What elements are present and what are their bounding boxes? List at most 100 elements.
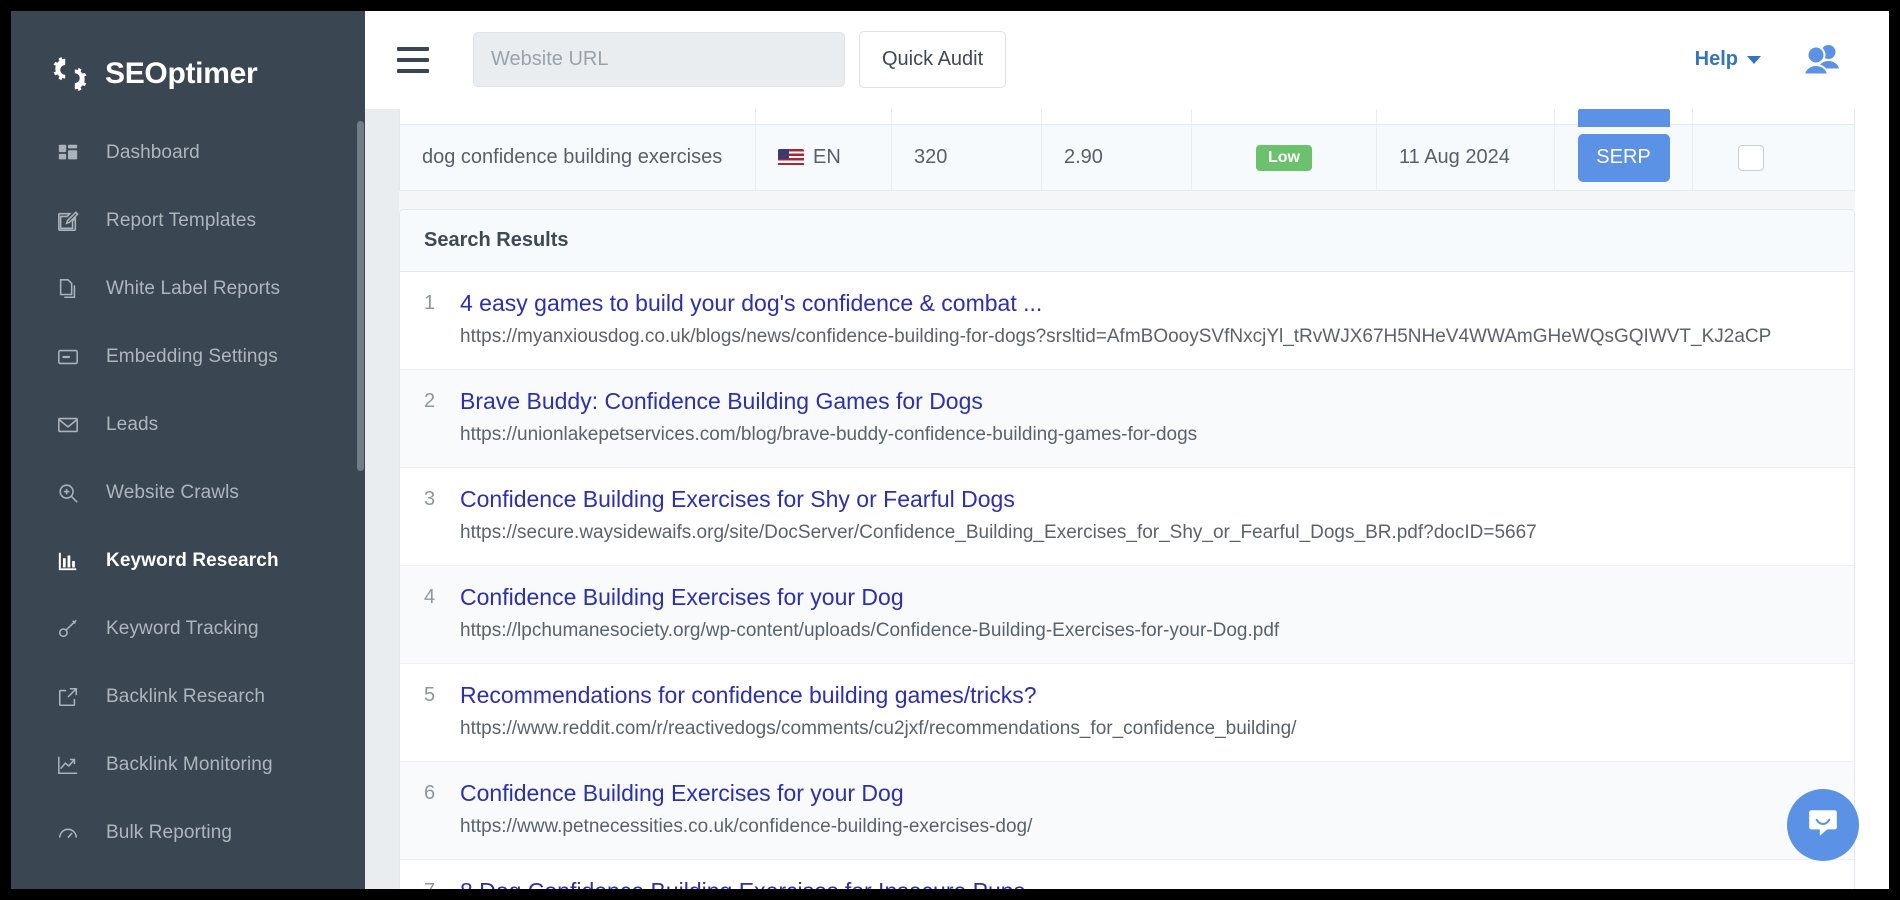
website-url-input[interactable]: [473, 32, 845, 87]
sidebar-item-label: Website Crawls: [106, 482, 239, 504]
key-icon: [56, 617, 80, 641]
cell-language: EN: [756, 125, 892, 190]
cell-volume-partial: [892, 109, 1042, 124]
sidebar-item-label: Keyword Research: [106, 550, 279, 572]
help-label: Help: [1695, 48, 1738, 71]
quick-audit-button[interactable]: Quick Audit: [859, 31, 1006, 88]
result-body: Brave Buddy: Confidence Building Games f…: [460, 387, 1830, 448]
cell-competition-partial: [1192, 109, 1377, 124]
sidebar-item-label: Backlink Monitoring: [106, 754, 273, 776]
people-avatars-icon[interactable]: [1801, 43, 1841, 77]
sidebar-item-backlink-research[interactable]: Backlink Research: [11, 663, 365, 731]
sidebar-item-white-label-reports[interactable]: White Label Reports: [11, 255, 365, 323]
result-url[interactable]: https://myanxiousdog.co.uk/blogs/news/co…: [460, 324, 1830, 350]
list-item[interactable]: 5 Recommendations for confidence buildin…: [400, 664, 1854, 762]
magnifier-plus-icon: [56, 481, 80, 505]
result-title-link[interactable]: Confidence Building Exercises for Shy or…: [460, 485, 1830, 514]
result-body: Confidence Building Exercises for your D…: [460, 779, 1830, 840]
sidebar-nav: Dashboard Report Templates White La: [11, 109, 365, 867]
hamburger-icon[interactable]: [397, 47, 429, 73]
list-item[interactable]: 7 8 Dog Confidence Building Exercises fo…: [400, 860, 1854, 889]
sidebar-item-label: Keyword Tracking: [106, 618, 259, 640]
sidebar-item-backlink-monitoring[interactable]: Backlink Monitoring: [11, 731, 365, 799]
result-url[interactable]: https://unionlakepetservices.com/blog/br…: [460, 422, 1830, 448]
cell-keyword: dog confidence building exercises: [400, 125, 756, 190]
cell-keyword-partial: [400, 109, 756, 124]
row-select-checkbox[interactable]: [1738, 145, 1764, 171]
copy-documents-icon: [56, 277, 80, 301]
result-title-link[interactable]: Recommendations for confidence building …: [460, 681, 1830, 710]
sidebar-scrollbar[interactable]: [357, 121, 364, 471]
cell-date-partial: [1377, 109, 1555, 124]
sidebar-item-keyword-research[interactable]: Keyword Research: [11, 527, 365, 595]
sidebar-item-leads[interactable]: Leads: [11, 391, 365, 459]
cell-cpc-partial: [1042, 109, 1192, 124]
cell-cpc: 2.90: [1042, 125, 1192, 190]
result-rank: 7: [424, 877, 460, 889]
list-item[interactable]: 4 Confidence Building Exercises for your…: [400, 566, 1854, 664]
chevron-down-icon: [1747, 56, 1761, 64]
result-url[interactable]: https://lpchumanesociety.org/wp-content/…: [460, 618, 1830, 644]
pencil-document-icon: [56, 209, 80, 233]
result-url[interactable]: https://www.reddit.com/r/reactivedogs/co…: [460, 716, 1830, 742]
result-rank: 1: [424, 289, 460, 350]
trend-line-icon: [56, 753, 80, 777]
serp-button-partial[interactable]: [1578, 109, 1670, 127]
brand-name: SEOptimer: [105, 59, 257, 89]
brand[interactable]: SEOptimer: [11, 11, 365, 109]
result-title-link[interactable]: Brave Buddy: Confidence Building Games f…: [460, 387, 1830, 416]
result-title-link[interactable]: Confidence Building Exercises for your D…: [460, 779, 1830, 808]
serp-button[interactable]: SERP: [1578, 134, 1670, 182]
sidebar-item-keyword-tracking[interactable]: Keyword Tracking: [11, 595, 365, 663]
list-item[interactable]: 1 4 easy games to build your dog's confi…: [400, 272, 1854, 370]
result-body: Confidence Building Exercises for Shy or…: [460, 485, 1830, 546]
list-item[interactable]: 6 Confidence Building Exercises for your…: [400, 762, 1854, 860]
result-url[interactable]: https://secure.waysidewaifs.org/site/Doc…: [460, 520, 1830, 546]
content-right-gutter: [1855, 109, 1889, 889]
cell-checkbox-partial: [1693, 109, 1808, 124]
result-body: Recommendations for confidence building …: [460, 681, 1830, 742]
gear-logo-icon: [49, 53, 91, 95]
sidebar-item-report-templates[interactable]: Report Templates: [11, 187, 365, 255]
result-url[interactable]: https://www.petnecessities.co.uk/confide…: [460, 814, 1830, 840]
sidebar-item-bulk-reporting[interactable]: Bulk Reporting: [11, 799, 365, 867]
embed-card-icon: [56, 345, 80, 369]
result-body: Confidence Building Exercises for your D…: [460, 583, 1830, 644]
gauge-icon: [56, 821, 80, 845]
help-menu[interactable]: Help: [1695, 48, 1761, 71]
list-item[interactable]: 2 Brave Buddy: Confidence Building Games…: [400, 370, 1854, 468]
result-title-link[interactable]: Confidence Building Exercises for your D…: [460, 583, 1830, 612]
main-content: dog confidence building exercises EN 320…: [365, 109, 1889, 889]
result-title-link[interactable]: 8 Dog Confidence Building Exercises for …: [460, 877, 1830, 889]
keyword-results-card: dog confidence building exercises EN 320…: [399, 109, 1855, 889]
content-left-gutter: [365, 109, 399, 889]
sidebar-item-label: Backlink Research: [106, 686, 265, 708]
sidebar-item-label: Leads: [106, 414, 158, 436]
search-results-heading: Search Results: [400, 210, 1854, 272]
result-rank: 5: [424, 681, 460, 742]
keyword-table: dog confidence building exercises EN 320…: [399, 109, 1855, 191]
language-code: EN: [813, 146, 841, 169]
cell-volume: 320: [892, 125, 1042, 190]
top-bar: Quick Audit Help: [365, 11, 1889, 109]
us-flag-icon: [778, 149, 804, 167]
list-item[interactable]: 3 Confidence Building Exercises for Shy …: [400, 468, 1854, 566]
result-rank: 6: [424, 779, 460, 840]
sidebar: SEOptimer Dashboard: [11, 11, 365, 889]
topbar-right-group: Help: [1695, 43, 1889, 77]
app-window: SEOptimer Dashboard: [11, 11, 1889, 889]
result-title-link[interactable]: 4 easy games to build your dog's confide…: [460, 289, 1830, 318]
result-rank: 2: [424, 387, 460, 448]
dashboard-grid-icon: [56, 141, 80, 165]
sidebar-item-dashboard[interactable]: Dashboard: [11, 119, 365, 187]
result-rank: 3: [424, 485, 460, 546]
sidebar-item-embedding-settings[interactable]: Embedding Settings: [11, 323, 365, 391]
table-row[interactable]: dog confidence building exercises EN 320…: [400, 125, 1854, 191]
cell-serp-partial: [1555, 109, 1693, 124]
cell-serp: SERP: [1555, 125, 1693, 190]
sidebar-item-label: Report Templates: [106, 210, 256, 232]
chat-launcher-button[interactable]: [1787, 789, 1859, 861]
sidebar-item-website-crawls[interactable]: Website Crawls: [11, 459, 365, 527]
cell-language-partial: [756, 109, 892, 124]
cell-checkbox: [1693, 125, 1808, 190]
